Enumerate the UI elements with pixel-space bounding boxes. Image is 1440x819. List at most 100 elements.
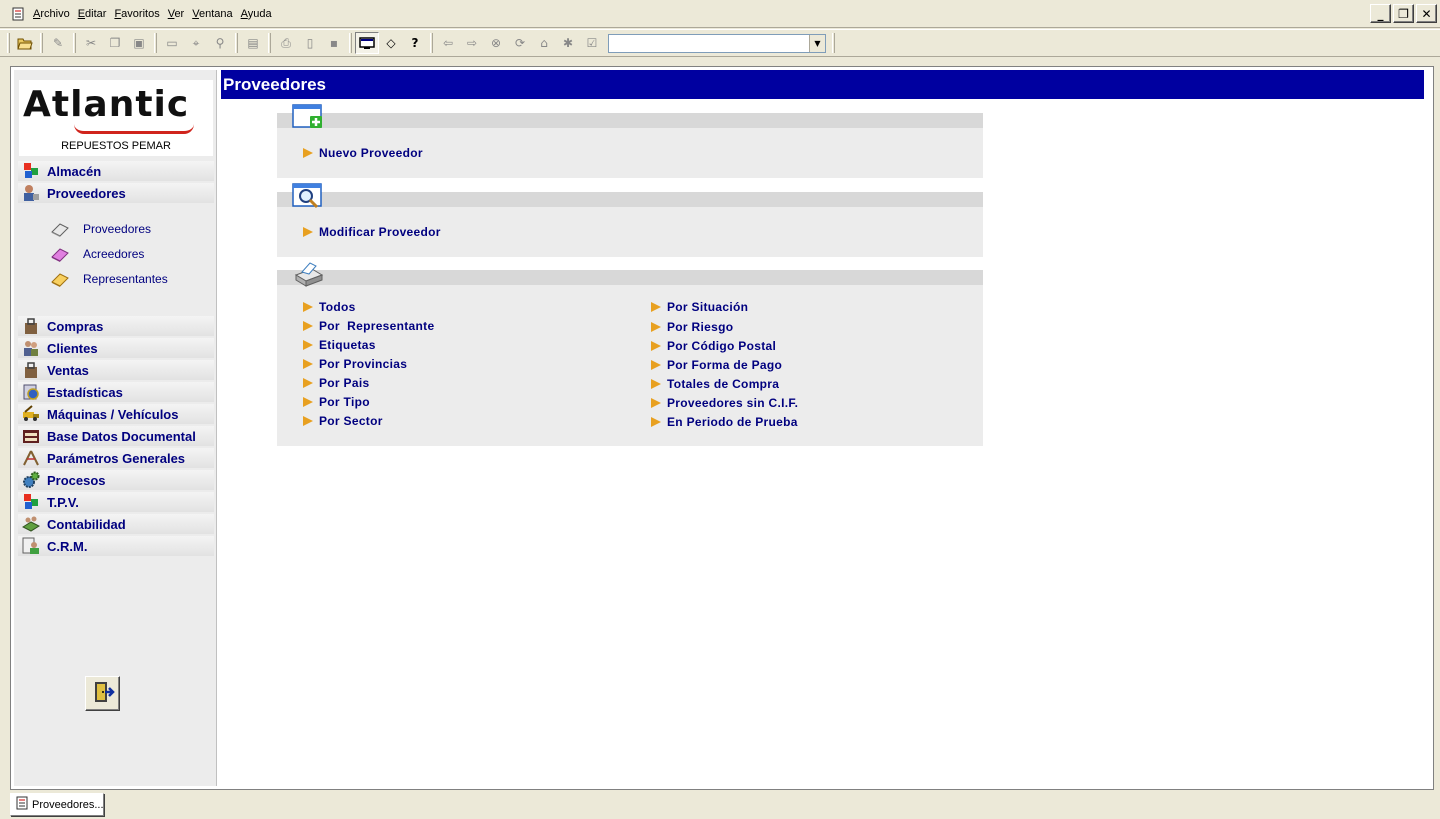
- link-label: Modificar Proveedor: [319, 225, 441, 239]
- sidebar-subitem-representantes[interactable]: Representantes: [50, 268, 168, 290]
- window-taskbar: Proveedores...: [0, 792, 1440, 819]
- link-por-codigo-postal[interactable]: Por Código Postal: [651, 337, 776, 355]
- link-por-sector[interactable]: Por Sector: [303, 412, 383, 430]
- toolbar-separator: [430, 33, 433, 53]
- find-icon[interactable]: ⌖: [184, 32, 208, 54]
- logo-swoosh: [74, 124, 194, 134]
- task-tab-label: Proveedores...: [32, 798, 104, 811]
- cut-icon[interactable]: ✂: [79, 32, 103, 54]
- print-icon[interactable]: ⎙: [274, 32, 298, 54]
- format-icon[interactable]: ▤: [241, 32, 265, 54]
- menu-archivo[interactable]: Archivo: [29, 0, 74, 28]
- favorites-icon[interactable]: ✱: [556, 32, 580, 54]
- sidebar-item-maquinas-vehiculos[interactable]: Máquinas / Vehículos: [18, 404, 214, 424]
- book-icon: [50, 270, 70, 288]
- sidebar-item-base-datos-documental[interactable]: Base Datos Documental: [18, 426, 214, 446]
- toolbar-grip: [7, 33, 10, 53]
- book-icon: [50, 220, 70, 238]
- link-label: Por Riesgo: [667, 320, 734, 334]
- menu-editar[interactable]: Editar: [74, 0, 111, 28]
- link-label: Totales de Compra: [667, 377, 780, 391]
- sidebar-subitem-label: Acreedores: [83, 247, 145, 261]
- menu-favoritos[interactable]: Favoritos: [110, 0, 163, 28]
- sidebar-item-clientes[interactable]: Clientes: [18, 338, 214, 358]
- edit-icon[interactable]: ✎: [46, 32, 70, 54]
- menu-ayuda[interactable]: Ayuda: [237, 0, 276, 28]
- screen-icon[interactable]: [355, 32, 379, 54]
- task-tab-proveedores[interactable]: Proveedores...: [10, 793, 104, 816]
- link-label: Por Forma de Pago: [667, 358, 783, 372]
- link-todos[interactable]: Todos: [303, 298, 356, 316]
- search-icon[interactable]: ⚲: [208, 32, 232, 54]
- link-por-pais[interactable]: Por Pais: [303, 374, 369, 392]
- link-por-situacion[interactable]: Por Situación: [651, 298, 748, 316]
- link-label: Nuevo Proveedor: [319, 146, 423, 160]
- restore-button[interactable]: ❐: [1393, 4, 1414, 23]
- users-icon: [22, 339, 40, 357]
- sidebar-item-crm[interactable]: C.R.M.: [18, 536, 214, 556]
- sidebar-item-label: Contabilidad: [47, 516, 126, 532]
- ledger-icon: [21, 515, 41, 533]
- window-icon[interactable]: ▭: [160, 32, 184, 54]
- arrow-right-icon: [303, 302, 313, 312]
- sidebar-item-tpv[interactable]: T.P.V.: [18, 492, 214, 512]
- link-totales-de-compra[interactable]: Totales de Compra: [651, 375, 779, 393]
- open-folder-icon[interactable]: [13, 32, 37, 54]
- link-proveedores-sin-cif[interactable]: Proveedores sin C.I.F.: [651, 394, 798, 412]
- minimize-button[interactable]: _: [1370, 4, 1391, 23]
- link-por-riesgo[interactable]: Por Riesgo: [651, 318, 733, 336]
- gears-icon: [22, 471, 40, 489]
- truck-icon: [22, 405, 40, 423]
- link-label: Todos: [319, 300, 356, 314]
- sidebar-item-proveedores[interactable]: Proveedores: [18, 183, 214, 203]
- sidebar: Atlantic REPUESTOS PEMAR Almacén Proveed…: [14, 70, 217, 786]
- panel-header-strip: [277, 270, 983, 285]
- app-icon: [11, 7, 25, 21]
- forward-arrow-icon[interactable]: ⇨: [460, 32, 484, 54]
- help-icon[interactable]: ?: [403, 32, 427, 54]
- close-button[interactable]: ✕: [1416, 4, 1437, 23]
- paste-icon[interactable]: ▣: [127, 32, 151, 54]
- menu-ver[interactable]: Ver: [164, 0, 189, 28]
- exit-button[interactable]: [85, 676, 120, 711]
- sidebar-item-contabilidad[interactable]: Contabilidad: [18, 514, 214, 534]
- link-etiquetas[interactable]: Etiquetas: [303, 336, 376, 354]
- panel-modify-supplier: Modificar Proveedor: [277, 183, 983, 257]
- link-por-provincias[interactable]: Por Provincias: [303, 355, 407, 373]
- history-icon[interactable]: ☑: [580, 32, 604, 54]
- sidebar-item-ventas[interactable]: Ventas: [18, 360, 214, 380]
- menu-ventana[interactable]: Ventana: [188, 0, 236, 28]
- link-nuevo-proveedor[interactable]: Nuevo Proveedor: [303, 144, 423, 162]
- back-arrow-icon[interactable]: ⇦: [436, 32, 460, 54]
- sidebar-item-label: Ventas: [47, 362, 89, 378]
- print-preview-icon[interactable]: ▯: [298, 32, 322, 54]
- address-combobox[interactable]: ▼: [608, 33, 826, 53]
- link-por-representante[interactable]: Por Representante: [303, 317, 434, 335]
- home-icon[interactable]: ⌂: [532, 32, 556, 54]
- tag-icon[interactable]: ◇: [379, 32, 403, 54]
- link-label: En Periodo de Prueba: [667, 415, 798, 429]
- sidebar-subitem-acreedores[interactable]: Acreedores: [50, 243, 144, 265]
- sidebar-subitem-proveedores[interactable]: Proveedores: [50, 218, 151, 240]
- link-por-tipo[interactable]: Por Tipo: [303, 393, 370, 411]
- sidebar-item-estadisticas[interactable]: Estadísticas: [18, 382, 214, 402]
- toolbar-separator: [832, 33, 835, 53]
- arrow-right-icon: [303, 359, 313, 369]
- save-icon[interactable]: ▪: [322, 32, 346, 54]
- sidebar-item-parametros-generales[interactable]: Parámetros Generales: [18, 448, 214, 468]
- sidebar-item-procesos[interactable]: Procesos: [18, 470, 214, 490]
- new-window-icon: [292, 104, 324, 132]
- document-icon: [15, 796, 29, 813]
- stop-icon[interactable]: ⊗: [484, 32, 508, 54]
- chevron-down-icon[interactable]: ▼: [809, 34, 825, 52]
- sidebar-item-compras[interactable]: Compras: [18, 316, 214, 336]
- link-label: Por Representante: [319, 319, 435, 333]
- sidebar-item-almacen[interactable]: Almacén: [18, 161, 214, 181]
- link-label: Proveedores sin C.I.F.: [667, 396, 799, 410]
- link-modificar-proveedor[interactable]: Modificar Proveedor: [303, 223, 441, 241]
- link-en-periodo-de-prueba[interactable]: En Periodo de Prueba: [651, 413, 798, 431]
- sidebar-item-label: Estadísticas: [47, 384, 123, 400]
- copy-icon[interactable]: ❐: [103, 32, 127, 54]
- refresh-icon[interactable]: ⟳: [508, 32, 532, 54]
- link-por-forma-de-pago[interactable]: Por Forma de Pago: [651, 356, 782, 374]
